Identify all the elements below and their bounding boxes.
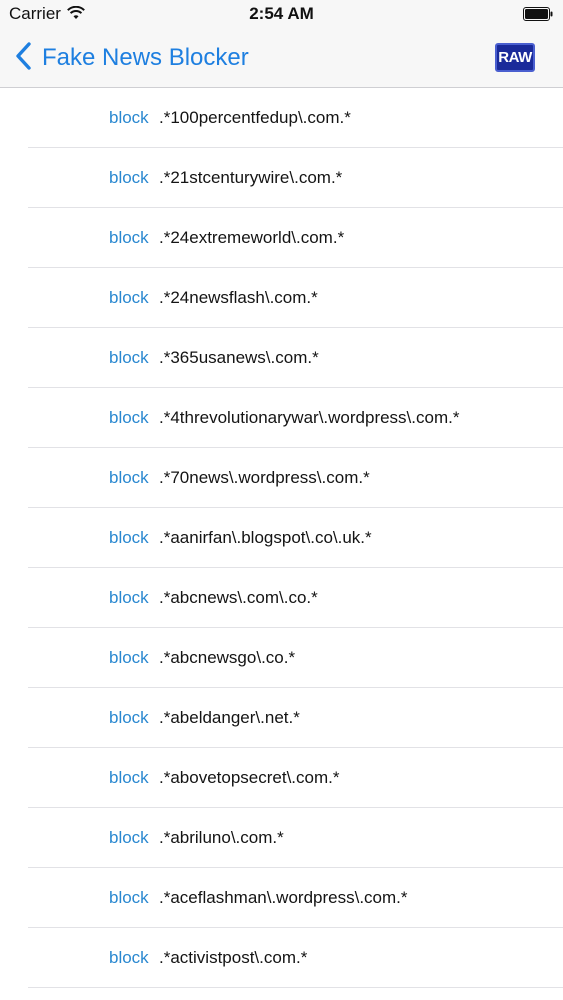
list-item[interactable]: block .*aanirfan\.blogspot\.co\.uk.* [28,508,563,568]
rule-pattern: .*abcnews\.com\.co.* [159,588,318,607]
rule-action: block [109,828,149,847]
list-item[interactable]: block .*activistpost\.com.* [28,928,563,988]
rule-action: block [109,588,149,607]
rule-pattern: .*aanirfan\.blogspot\.co\.uk.* [159,528,372,547]
rule-pattern: .*aceflashman\.wordpress\.com.* [159,888,408,907]
rule-action: block [109,288,149,307]
list-item[interactable]: block .*100percentfedup\.com.* [28,88,563,148]
list-item[interactable]: block .*365usanews\.com.* [28,328,563,388]
list-item[interactable]: block .*abriluno\.com.* [28,808,563,868]
rule-pattern: .*abcnewsgo\.co.* [159,648,296,667]
rule-action: block [109,348,149,367]
battery-icon [523,7,553,21]
back-button-label: Fake News Blocker [42,44,249,71]
rule-pattern: .*21stcenturywire\.com.* [159,168,343,187]
list-item[interactable]: block .*24extremeworld\.com.* [28,208,563,268]
chevron-left-icon [14,41,34,76]
list-item[interactable]: block .*70news\.wordpress\.com.* [28,448,563,508]
rule-action: block [109,528,149,547]
rule-pattern: .*24extremeworld\.com.* [159,228,345,247]
rule-pattern: .*abovetopsecret\.com.* [159,768,340,787]
rule-pattern: .*activistpost\.com.* [159,948,308,967]
rule-pattern: .*4threvolutionarywar\.wordpress\.com.* [159,408,460,427]
rule-action: block [109,468,149,487]
rule-action: block [109,408,149,427]
rule-pattern: .*100percentfedup\.com.* [159,108,351,127]
navigation-bar: Fake News Blocker RAW [0,30,563,88]
list-item[interactable]: block .*24newsflash\.com.* [28,268,563,328]
list-item[interactable]: block .*abovetopsecret\.com.* [28,748,563,808]
rule-action: block [109,708,149,727]
clock: 2:54 AM [249,4,314,23]
rule-action: block [109,168,149,187]
rule-pattern: .*70news\.wordpress\.com.* [159,468,370,487]
list-item[interactable]: block .*abcnews\.com\.co.* [28,568,563,628]
rule-list: block .*100percentfedup\.com.* block .*21st… [0,88,563,988]
rule-action: block [109,768,149,787]
list-item[interactable]: block .*21stcenturywire\.com.* [28,148,563,208]
rule-action: block [109,948,149,967]
rule-action: block [109,228,149,247]
rule-pattern: .*abriluno\.com.* [159,828,284,847]
rule-pattern: .*abeldanger\.net.* [159,708,300,727]
list-item[interactable]: block .*abcnewsgo\.co.* [28,628,563,688]
status-bar: Carrier 2:54 AM [0,0,563,30]
list-item[interactable]: block .*aceflashman\.wordpress\.com.* [28,868,563,928]
rule-pattern: .*365usanews\.com.* [159,348,319,367]
rule-action: block [109,648,149,667]
rule-action: block [109,888,149,907]
rule-pattern: .*24newsflash\.com.* [159,288,318,307]
back-button[interactable]: Fake News Blocker [14,40,249,76]
list-item[interactable]: block .*abeldanger\.net.* [28,688,563,748]
raw-button[interactable]: RAW [495,43,535,72]
rule-action: block [109,108,149,127]
list-item[interactable]: block .*4threvolutionarywar\.wordpress\.c… [28,388,563,448]
